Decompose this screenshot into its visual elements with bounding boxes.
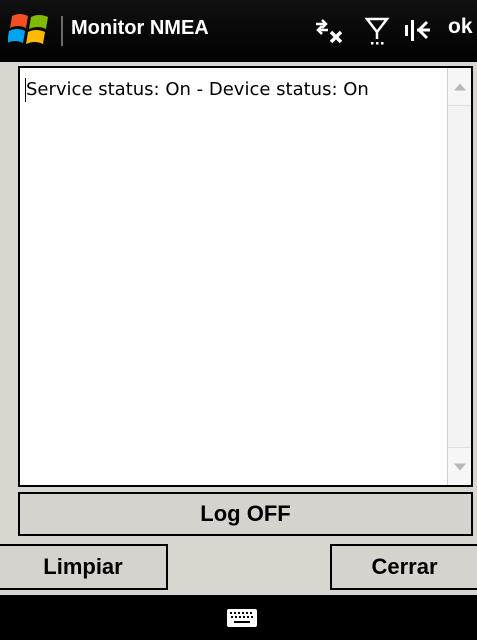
vertical-scrollbar[interactable] [447, 68, 471, 485]
scroll-down-button[interactable] [448, 447, 471, 485]
window-title: Monitor NMEA [71, 17, 209, 39]
scroll-up-button[interactable] [448, 68, 471, 106]
keyboard-icon[interactable] [226, 608, 258, 628]
log-toggle-button[interactable]: Log OFF [18, 492, 473, 536]
close-button[interactable]: Cerrar [330, 544, 477, 590]
volume-icon[interactable] [402, 15, 432, 47]
scroll-up-icon [453, 83, 466, 90]
connectivity-off-icon[interactable] [312, 15, 350, 47]
scroll-down-icon [453, 463, 466, 470]
title-divider [61, 16, 63, 46]
title-bar: Monitor NMEA ok [0, 0, 477, 62]
ok-button[interactable]: ok [448, 15, 473, 39]
log-text: Service status: On - Device status: On [26, 79, 369, 100]
clear-button[interactable]: Limpiar [0, 544, 168, 590]
bottom-softkey-bar [0, 595, 477, 640]
log-textarea[interactable]: Service status: On - Device status: On [18, 66, 473, 487]
windows-start-icon[interactable] [8, 10, 52, 50]
signal-icon[interactable] [364, 15, 390, 47]
